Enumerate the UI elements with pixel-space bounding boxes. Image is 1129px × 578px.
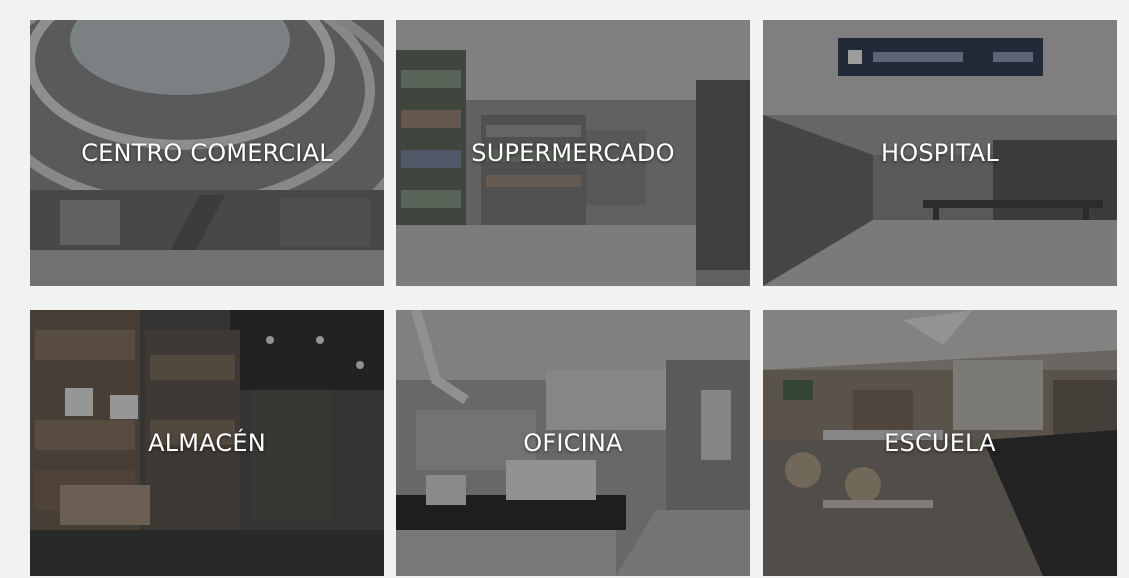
tile-label: ESCUELA [884,429,996,457]
tile-hospital[interactable]: HOSPITAL [763,20,1117,286]
tile-label: CENTRO COMERCIAL [81,139,333,167]
tile-label: ALMACÉN [148,429,266,457]
tile-oficina[interactable]: OFICINA [396,310,750,576]
tile-label: SUPERMERCADO [471,139,675,167]
tile-centro-comercial[interactable]: CENTRO COMERCIAL [30,20,384,286]
tile-label: OFICINA [523,429,623,457]
tile-almacen[interactable]: ALMACÉN [30,310,384,576]
tile-escuela[interactable]: ESCUELA [763,310,1117,576]
tile-supermercado[interactable]: SUPERMERCADO [396,20,750,286]
category-grid: CENTRO COMERCIAL SUPERMERCADO HOSPITAL A… [0,0,1129,578]
tile-label: HOSPITAL [881,139,999,167]
